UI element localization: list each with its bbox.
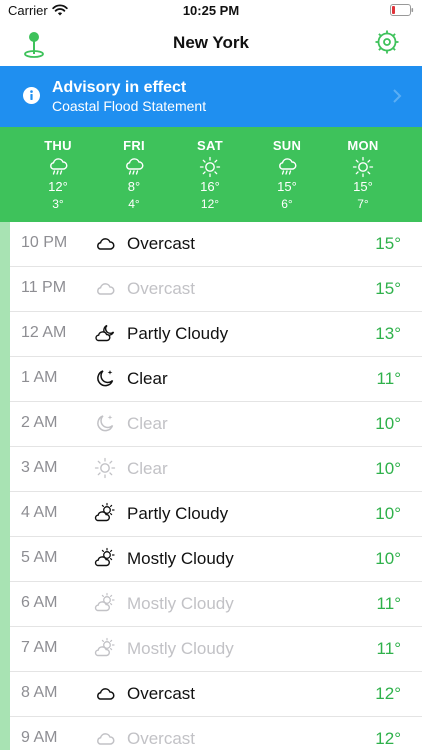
hourly-row[interactable]: 6 AM Mostly Cloudy 11° [10,582,422,627]
hour-label: 4 AM [21,504,58,521]
cloud-icon [97,283,115,295]
temperature: 13° [375,324,401,343]
moon-icon [97,415,114,432]
advisory-banner[interactable]: Advisory in effect Coastal Flood Stateme… [0,66,422,127]
rain-icon [50,158,68,175]
sun-cloud-icon [94,592,115,612]
condition-label: Clear [127,414,168,433]
condition-label: Mostly Cloudy [127,594,234,613]
hourly-row[interactable]: 4 AM Partly Cloudy 10° [10,492,422,537]
day-name: SUN [272,138,302,153]
cloud-icon [97,238,115,250]
temperature: 12° [375,729,401,748]
day-high-temp: 16° [200,179,220,194]
day-high-temp: 12° [48,179,68,194]
day-low-temp: 12° [200,197,220,211]
forecast-day[interactable]: FRI 8° 4° [99,127,169,222]
battery-icon [390,4,414,16]
condition-label: Overcast [127,684,196,703]
clock-time: 10:25 PM [182,3,240,18]
settings-icon[interactable] [374,29,400,55]
info-icon [23,87,40,104]
rain-icon [126,158,144,175]
chevron-right-icon [393,89,402,103]
status-bar: Carrier 10:25 PM [0,0,422,22]
sun-icon [199,156,221,178]
hour-label: 3 AM [21,459,58,476]
cloud-icon [97,733,115,745]
condition-label: Mostly Cloudy [127,639,234,658]
advisory-subtitle: Coastal Flood Statement [52,98,207,114]
hourly-row[interactable]: 1 AM Clear 11° [10,357,422,402]
temperature: 10° [375,504,401,523]
temperature: 10° [375,549,401,568]
hourly-row[interactable]: 9 AM Overcast 12° [10,717,422,750]
moon-cloud-icon [95,324,115,342]
hourly-row[interactable]: 5 AM Mostly Cloudy 10° [10,537,422,582]
condition-label: Clear [127,369,168,388]
condition-label: Overcast [127,279,196,298]
hourly-row[interactable]: 8 AM Overcast 12° [10,672,422,717]
condition-label: Clear [127,459,168,478]
hour-label: 5 AM [21,549,58,566]
sun-cloud-icon [94,547,115,567]
hourly-row[interactable]: 2 AM Clear 10° [10,402,422,447]
cloud-icon [97,688,115,700]
forecast-day[interactable]: THU 12° 3° [23,127,93,222]
condition-label: Mostly Cloudy [127,549,234,568]
moon-icon [97,370,114,387]
condition-label: Partly Cloudy [127,504,229,523]
hour-label: 2 AM [21,414,58,431]
temperature: 11° [376,369,401,388]
day-low-temp: 3° [52,197,64,211]
advisory-title: Advisory in effect [52,79,187,96]
hour-label: 9 AM [21,729,58,746]
city-title: New York [173,33,249,52]
sun-icon [352,156,374,178]
forecast-day[interactable]: SUN 15° 6° [252,127,322,222]
hourly-list[interactable]: 10 PM Overcast 15° 11 PM Overcast 15° 12… [0,222,422,750]
temperature: 11° [376,594,401,613]
hour-label: 1 AM [21,369,58,386]
timeline-bar [0,222,10,750]
day-high-temp: 8° [127,179,141,194]
temperature: 10° [375,414,401,433]
day-low-temp: 4° [128,197,140,211]
temperature: 10° [375,459,401,478]
forecast-day[interactable]: SAT 16° 12° [175,127,245,222]
hourly-row[interactable]: 12 AM Partly Cloudy 13° [10,312,422,357]
hour-label: 8 AM [21,684,58,701]
hour-label: 7 AM [21,639,58,656]
condition-label: Overcast [127,234,196,253]
day-low-temp: 6° [281,197,293,211]
hour-label: 12 AM [21,324,67,341]
temperature: 12° [375,684,401,703]
nav-bar: New York [0,22,422,66]
hourly-row[interactable]: 3 AM Clear 10° [10,447,422,492]
day-low-temp: 7° [357,197,369,211]
rain-icon [279,158,297,175]
day-high-temp: 15° [353,179,373,194]
temperature: 15° [375,234,401,253]
temperature: 11° [376,639,401,658]
day-name: THU [44,138,72,153]
hourly-row[interactable]: 10 PM Overcast 15° [10,222,422,267]
sun-icon [94,457,116,479]
condition-label: Partly Cloudy [127,324,229,343]
forecast-day[interactable]: MON 15° 7° [328,127,398,222]
day-high-temp: 15° [277,179,297,194]
sun-cloud-icon [94,637,115,657]
condition-label: Overcast [127,729,196,748]
temperature: 15° [375,279,401,298]
hourly-row[interactable]: 7 AM Mostly Cloudy 11° [10,627,422,672]
hour-label: 6 AM [21,594,58,611]
daily-forecast: THU 12° 3° FRI 8° 4° SAT 16° 12° SUN 15°… [0,127,422,222]
sun-cloud-icon [94,502,115,522]
day-name: FRI [123,138,145,153]
day-name: MON [347,138,379,153]
hour-label: 11 PM [21,279,67,296]
hour-label: 10 PM [21,234,68,251]
hourly-row[interactable]: 11 PM Overcast 15° [10,267,422,312]
day-name: SAT [197,138,223,153]
